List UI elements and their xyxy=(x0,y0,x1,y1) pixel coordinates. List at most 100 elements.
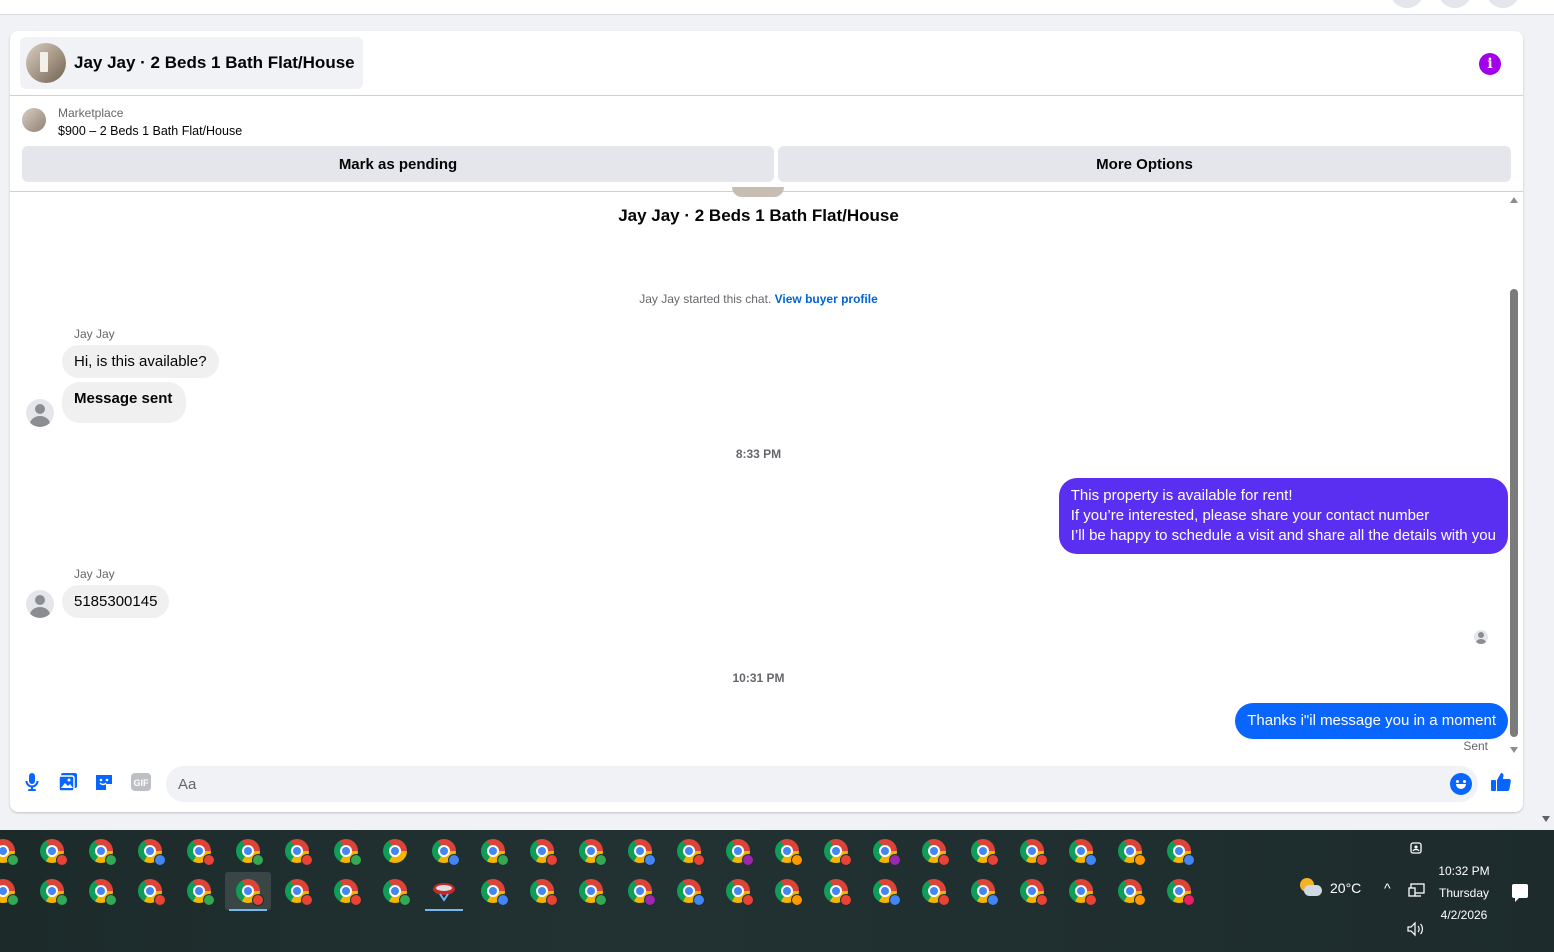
chrome-red-taskbar-icon[interactable] xyxy=(274,832,320,870)
chrome-red-taskbar-icon[interactable] xyxy=(1009,872,1055,910)
message-input-box[interactable] xyxy=(166,766,1478,802)
chrome-purple-taskbar-icon[interactable] xyxy=(617,872,663,910)
message-list[interactable]: Jay Jay · 2 Beds 1 Bath Flat/House Jay J… xyxy=(10,187,1523,756)
chrome-red-taskbar-icon[interactable] xyxy=(960,832,1006,870)
view-buyer-profile-link[interactable]: View buyer profile xyxy=(775,292,878,306)
chrome-red-taskbar-icon[interactable] xyxy=(176,832,222,870)
profile-badge xyxy=(595,894,607,906)
chrome-blue-taskbar-icon[interactable] xyxy=(470,872,516,910)
chrome-green-taskbar-icon[interactable] xyxy=(225,832,271,870)
info-icon[interactable]: i xyxy=(1479,53,1501,75)
chrome-orange-taskbar-icon[interactable] xyxy=(1107,872,1153,910)
chrome-purple-taskbar-icon[interactable] xyxy=(862,832,908,870)
chrome-icon xyxy=(824,879,852,906)
incoming-message[interactable]: Message sent xyxy=(62,382,187,423)
profile-badge xyxy=(987,894,999,906)
chrome-red-taskbar-icon[interactable] xyxy=(911,832,957,870)
top-circle-button[interactable] xyxy=(1438,0,1472,8)
started-text: Jay Jay started this chat. xyxy=(639,292,772,306)
chrome-blue-taskbar-icon[interactable] xyxy=(617,832,663,870)
scroll-thumb[interactable] xyxy=(1510,289,1518,737)
listing-source: Marketplace xyxy=(58,106,124,120)
buyer-avatar[interactable] xyxy=(26,399,54,427)
emoji-icon[interactable] xyxy=(1450,773,1472,795)
chrome-red-taskbar-icon[interactable] xyxy=(29,832,75,870)
chrome-green-taskbar-icon[interactable] xyxy=(372,872,418,910)
chrome-purple-taskbar-icon[interactable] xyxy=(715,832,761,870)
chrome-red-taskbar-icon[interactable] xyxy=(813,832,859,870)
chrome-green-taskbar-icon[interactable] xyxy=(78,872,124,910)
chrome-red-taskbar-icon[interactable] xyxy=(813,872,859,910)
chrome-blue-taskbar-icon[interactable] xyxy=(666,872,712,910)
top-circle-button[interactable] xyxy=(1390,0,1424,8)
outgoing-message[interactable]: This property is available for rent! If … xyxy=(1058,478,1508,554)
chrome-orange-taskbar-icon[interactable] xyxy=(1107,832,1153,870)
sticker-icon[interactable] xyxy=(94,772,114,792)
notification-icon[interactable] xyxy=(1512,884,1528,902)
chrome-green-taskbar-icon[interactable] xyxy=(78,832,124,870)
message-scrollbar[interactable] xyxy=(1509,197,1519,753)
chrome-icon xyxy=(530,839,558,866)
incoming-message[interactable]: Hi, is this available? xyxy=(62,345,219,378)
chrome-green-taskbar-icon[interactable] xyxy=(29,872,75,910)
scroll-up-arrow[interactable] xyxy=(1510,197,1518,203)
chrome-pink-taskbar-icon[interactable] xyxy=(1156,872,1202,910)
incoming-message[interactable]: 5185300145 xyxy=(62,585,170,618)
chrome-red-taskbar-icon[interactable] xyxy=(519,832,565,870)
message-input[interactable] xyxy=(178,766,1438,802)
show-hidden-icons-chevron[interactable]: ^ xyxy=(1384,880,1391,896)
system-clock[interactable]: 10:32 PM Thursday 4/2/2026 xyxy=(1428,860,1500,926)
message-line: If you’re interested, please share your … xyxy=(1070,507,1430,524)
chrome-taskbar-icon[interactable] xyxy=(372,832,418,870)
chrome-green-taskbar-icon[interactable] xyxy=(176,872,222,910)
chrome-green-taskbar-icon[interactable] xyxy=(568,872,614,910)
chrome-red-taskbar-icon[interactable] xyxy=(911,872,957,910)
weather-widget[interactable]: 20°C xyxy=(1298,878,1361,898)
profile-badge xyxy=(301,894,313,906)
chrome-red-taskbar-icon[interactable] xyxy=(323,872,369,910)
message-line: I’ll be happy to schedule a visit and sh… xyxy=(1070,527,1496,544)
chrome-green-taskbar-icon[interactable] xyxy=(0,832,26,870)
gif-icon[interactable]: GIF xyxy=(130,772,152,792)
chrome-green-taskbar-icon[interactable] xyxy=(323,832,369,870)
chrome-red-taskbar-icon[interactable] xyxy=(225,872,271,911)
buyer-avatar[interactable] xyxy=(26,590,54,618)
photo-icon[interactable] xyxy=(58,772,78,792)
like-thumb-icon[interactable] xyxy=(1490,771,1512,793)
chrome-blue-taskbar-icon[interactable] xyxy=(1156,832,1202,870)
chrome-green-taskbar-icon[interactable] xyxy=(568,832,614,870)
chrome-red-taskbar-icon[interactable] xyxy=(1009,832,1055,870)
chrome-blue-taskbar-icon[interactable] xyxy=(127,832,173,870)
network-icon[interactable] xyxy=(1408,882,1426,898)
top-circle-button[interactable] xyxy=(1486,0,1520,8)
chrome-red-taskbar-icon[interactable] xyxy=(519,872,565,910)
chrome-orange-taskbar-icon[interactable] xyxy=(764,872,810,910)
chrome-green-taskbar-icon[interactable] xyxy=(470,832,516,870)
chrome-red-taskbar-icon[interactable] xyxy=(1058,872,1104,910)
scroll-down-arrow[interactable] xyxy=(1510,747,1518,753)
mark-as-pending-button[interactable]: Mark as pending xyxy=(22,146,774,182)
chrome-icon xyxy=(1020,879,1048,906)
microphone-icon[interactable] xyxy=(22,772,42,792)
chrome-red-taskbar-icon[interactable] xyxy=(274,872,320,910)
chrome-orange-taskbar-icon[interactable] xyxy=(764,832,810,870)
chat-header-title-button[interactable]: Jay Jay · 2 Beds 1 Bath Flat/House xyxy=(20,37,363,89)
more-options-button[interactable]: More Options xyxy=(778,146,1511,182)
chrome-red-taskbar-icon[interactable] xyxy=(666,832,712,870)
chrome-blue-taskbar-icon[interactable] xyxy=(862,872,908,910)
page-scroll-down-arrow[interactable] xyxy=(1542,816,1550,822)
chrome-icon xyxy=(1167,879,1195,906)
chrome-blue-taskbar-icon[interactable] xyxy=(421,832,467,870)
chrome-red-taskbar-icon[interactable] xyxy=(127,872,173,910)
chrome-blue-taskbar-icon[interactable] xyxy=(960,872,1006,910)
snipping-tool-taskbar-icon[interactable] xyxy=(421,872,467,911)
meet-now-icon[interactable] xyxy=(1408,840,1424,856)
listing-thumbnail[interactable] xyxy=(22,108,46,132)
chrome-green-taskbar-icon[interactable] xyxy=(0,872,26,910)
listing-price-title[interactable]: $900 – 2 Beds 1 Bath Flat/House xyxy=(58,124,242,138)
chrome-blue-taskbar-icon[interactable] xyxy=(1058,832,1104,870)
profile-badge xyxy=(203,854,215,866)
outgoing-message[interactable]: Thanks i"il message you in a moment xyxy=(1235,703,1508,739)
chrome-red-taskbar-icon[interactable] xyxy=(715,872,761,910)
volume-icon[interactable] xyxy=(1407,921,1425,937)
